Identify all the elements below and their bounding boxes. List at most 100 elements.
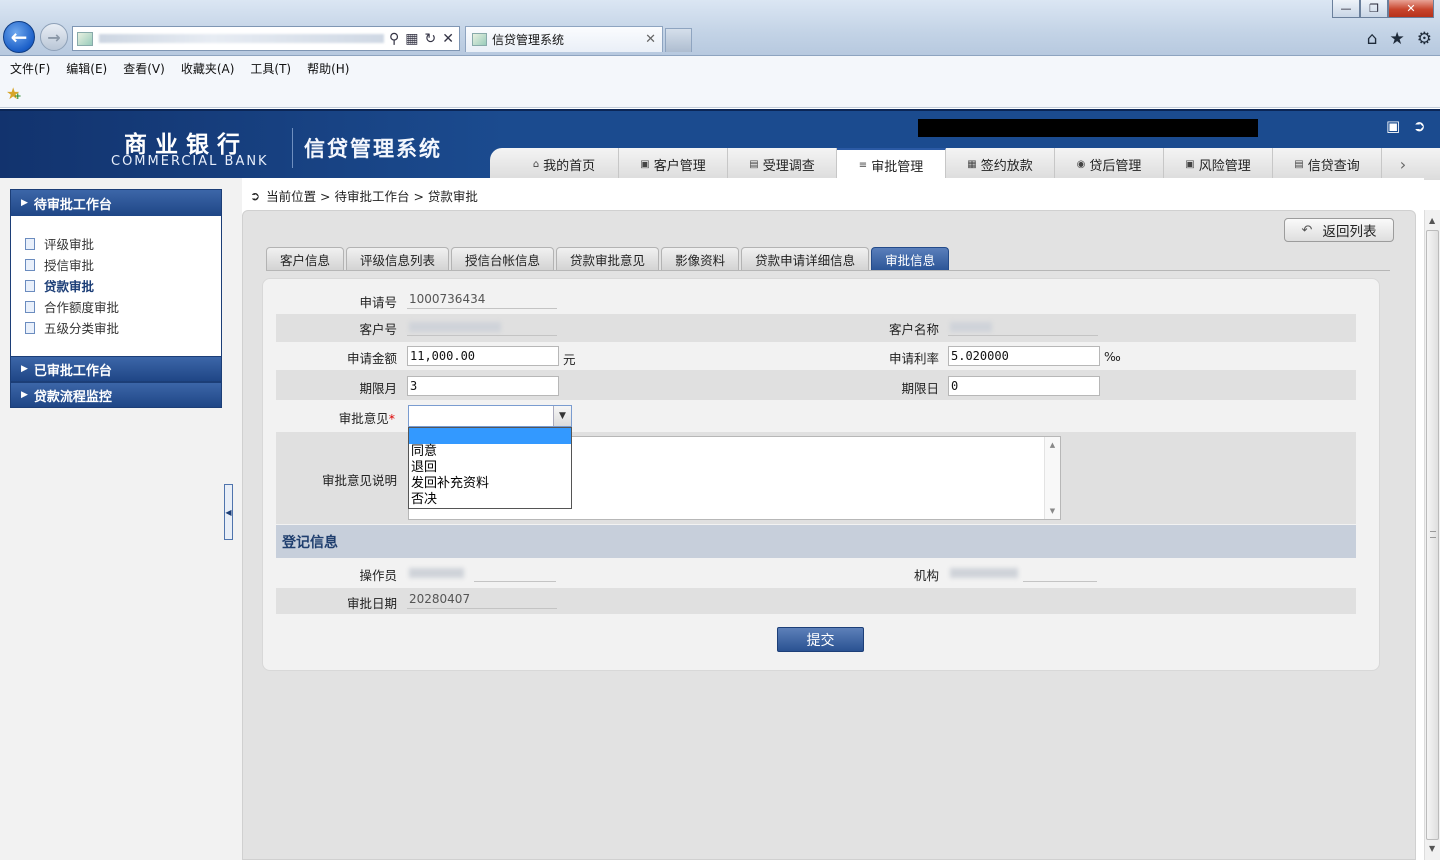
approval-icon: ≡ [858,159,868,171]
browser-menubar: 文件(F) 编辑(E) 查看(V) 收藏夹(A) 工具(T) 帮助(H) [0,56,1440,80]
address-url-redacted [99,34,385,43]
dropdown-option-reject[interactable]: 否决 [409,492,571,508]
tab-images[interactable]: 影像资料 [661,247,740,270]
term-month-label: 期限月 [359,381,397,396]
logout-icon[interactable]: ➲ [1413,117,1426,135]
opinion-dropdown-list: 同意 退回 发回补充资料 否决 [408,427,572,509]
tab-favicon-icon [472,33,487,46]
restore-icon[interactable]: ❐ [1360,0,1388,18]
operator-name-underline [474,563,556,582]
document-icon [25,279,35,292]
textarea-scrollbar[interactable]: ▲ ▼ [1044,437,1060,519]
menu-view[interactable]: 查看(V) [123,60,165,77]
monitor-icon[interactable]: ▣ [1386,117,1400,135]
new-tab-button[interactable] [665,28,692,52]
menu-file[interactable]: 文件(F) [10,60,50,77]
scrollbar-thumb[interactable] [1426,230,1439,840]
back-arrow-icon[interactable]: ← [3,21,35,53]
sidebar-collapse-handle[interactable]: ◀ [224,484,233,540]
nav-tab-customer[interactable]: ▣ 客户管理 [619,148,728,180]
customer-name-value-redacted [948,317,1098,336]
opinion-desc-label: 审批意见说明 [321,473,397,488]
post-loan-icon: ◉ [1076,158,1086,170]
sidebar-item-credit-approval[interactable]: 授信审批 [25,254,221,275]
sidebar-panel-flow-monitor[interactable]: ▶ 贷款流程监控 [10,382,222,408]
nav-tab-query[interactable]: ▤ 信贷查询 [1273,148,1382,180]
scroll-grip-icon [1430,531,1436,538]
home-icon: ⌂ [532,158,540,170]
nav-tab-approval[interactable]: ≡ 审批管理 [837,148,946,180]
sidebar-panel-approved[interactable]: ▶ 已审批工作台 [10,356,222,382]
document-icon [25,237,35,250]
nav-more-chevron-icon[interactable]: › [1382,148,1424,180]
sidebar-item-rating-approval[interactable]: 评级审批 [25,233,221,254]
nav-tab-risk[interactable]: ▣ 风险管理 [1164,148,1273,180]
menu-favorites[interactable]: 收藏夹(A) [181,60,235,77]
home-icon[interactable]: ⌂ [1367,29,1378,49]
dropdown-option-empty[interactable] [409,428,571,444]
tab-loan-details[interactable]: 贷款申请详细信息 [741,247,870,270]
sidebar-item-classification-approval[interactable]: 五级分类审批 [25,317,221,338]
dropdown-option-supplement[interactable]: 发回补充资料 [409,476,571,492]
sidebar-panel-header[interactable]: ▶ 待审批工作台 [11,190,221,216]
tab-close-icon[interactable]: ✕ [645,32,656,47]
amount-unit: 元 [563,352,576,367]
nav-tab-label: 签约放款 [980,158,1033,174]
tab-credit-ledger[interactable]: 授信台帐信息 [451,247,555,270]
minimize-icon[interactable]: — [1332,0,1360,18]
nav-tab-home[interactable]: ⌂ 我的首页 [510,148,619,180]
menu-help[interactable]: 帮助(H) [307,60,349,77]
customer-no-value-redacted [407,317,557,336]
nav-tab-survey[interactable]: ▤ 受理调查 [728,148,837,180]
rate-input[interactable]: 5.020000 [948,346,1100,366]
forward-arrow-icon[interactable]: → [40,23,68,51]
opinion-select[interactable]: ▼ [408,405,572,427]
customer-no-label: 客户号 [359,322,397,337]
sidebar-item-label: 贷款审批 [44,279,95,294]
compat-view-icon[interactable]: ▦ [405,31,418,47]
tabs-underline [266,270,1390,271]
nav-tab-contract[interactable]: ▦ 签约放款 [946,148,1055,180]
submit-button[interactable]: 提交 [777,627,864,652]
chevron-down-icon[interactable]: ▼ [553,406,571,426]
main-nav: ⌂ 我的首页 ▣ 客户管理 ▤ 受理调查 ≡ 审批管理 ▦ 签约放款 ◉ 贷后管理 ▣ 风险管… [490,148,1440,180]
amount-input[interactable]: 11,000.00 [407,346,559,366]
page-scrollbar[interactable]: ▲ ▼ [1424,210,1440,860]
tab-rating-list[interactable]: 评级信息列表 [346,247,450,270]
application-no-value: 1000736434 [407,290,557,309]
term-month-input[interactable]: 3 [407,376,559,396]
search-icon[interactable]: ⚲ [389,31,399,47]
add-favorite-plus-icon: + [14,92,22,102]
scroll-down-icon[interactable]: ▼ [1429,844,1435,853]
sidebar-item-loan-approval[interactable]: 贷款审批 [25,275,221,296]
nav-tab-label: 风险管理 [1198,158,1251,174]
back-to-list-button[interactable]: ↶ 返回列表 [1284,218,1394,242]
favorites-star-icon[interactable]: ★ [1390,29,1405,49]
address-bar[interactable]: ⚲ ▦ ↻ ✕ [72,26,460,51]
menu-edit[interactable]: 编辑(E) [66,60,107,77]
opinion-label: 审批意见* [300,408,395,427]
scroll-up-icon[interactable]: ▲ [1050,441,1055,449]
nav-tab-label: 信贷查询 [1307,158,1360,174]
scroll-down-icon[interactable]: ▼ [1050,507,1055,515]
tab-loan-opinion[interactable]: 贷款审批意见 [556,247,660,270]
return-arrow-icon: ↶ [1301,222,1313,238]
sidebar-panel-pending: ▶ 待审批工作台 评级审批 授信审批 贷款审批 合作额度审批 五级分类审批 [10,189,222,357]
dropdown-option-return[interactable]: 退回 [409,460,571,476]
customer-name-label: 客户名称 [888,322,939,337]
nav-tab-post-loan[interactable]: ◉ 贷后管理 [1055,148,1164,180]
term-day-input[interactable]: 0 [948,376,1100,396]
settings-gear-icon[interactable]: ⚙ [1417,29,1432,49]
window-close-icon[interactable]: ✕ [1388,0,1434,18]
browser-tab[interactable]: 信贷管理系统 ✕ [465,26,663,52]
refresh-icon[interactable]: ↻ [425,31,437,47]
sidebar-item-quota-approval[interactable]: 合作额度审批 [25,296,221,317]
nav-tab-label: 贷后管理 [1089,158,1142,174]
menu-tools[interactable]: 工具(T) [250,60,291,77]
dropdown-option-agree[interactable]: 同意 [409,444,571,460]
back-to-list-label: 返回列表 [1322,224,1377,240]
stop-icon[interactable]: ✕ [442,31,454,47]
tab-customer-info[interactable]: 客户信息 [266,247,345,270]
tab-approval-info[interactable]: 审批信息 [871,247,950,270]
scroll-up-icon[interactable]: ▲ [1429,216,1435,225]
